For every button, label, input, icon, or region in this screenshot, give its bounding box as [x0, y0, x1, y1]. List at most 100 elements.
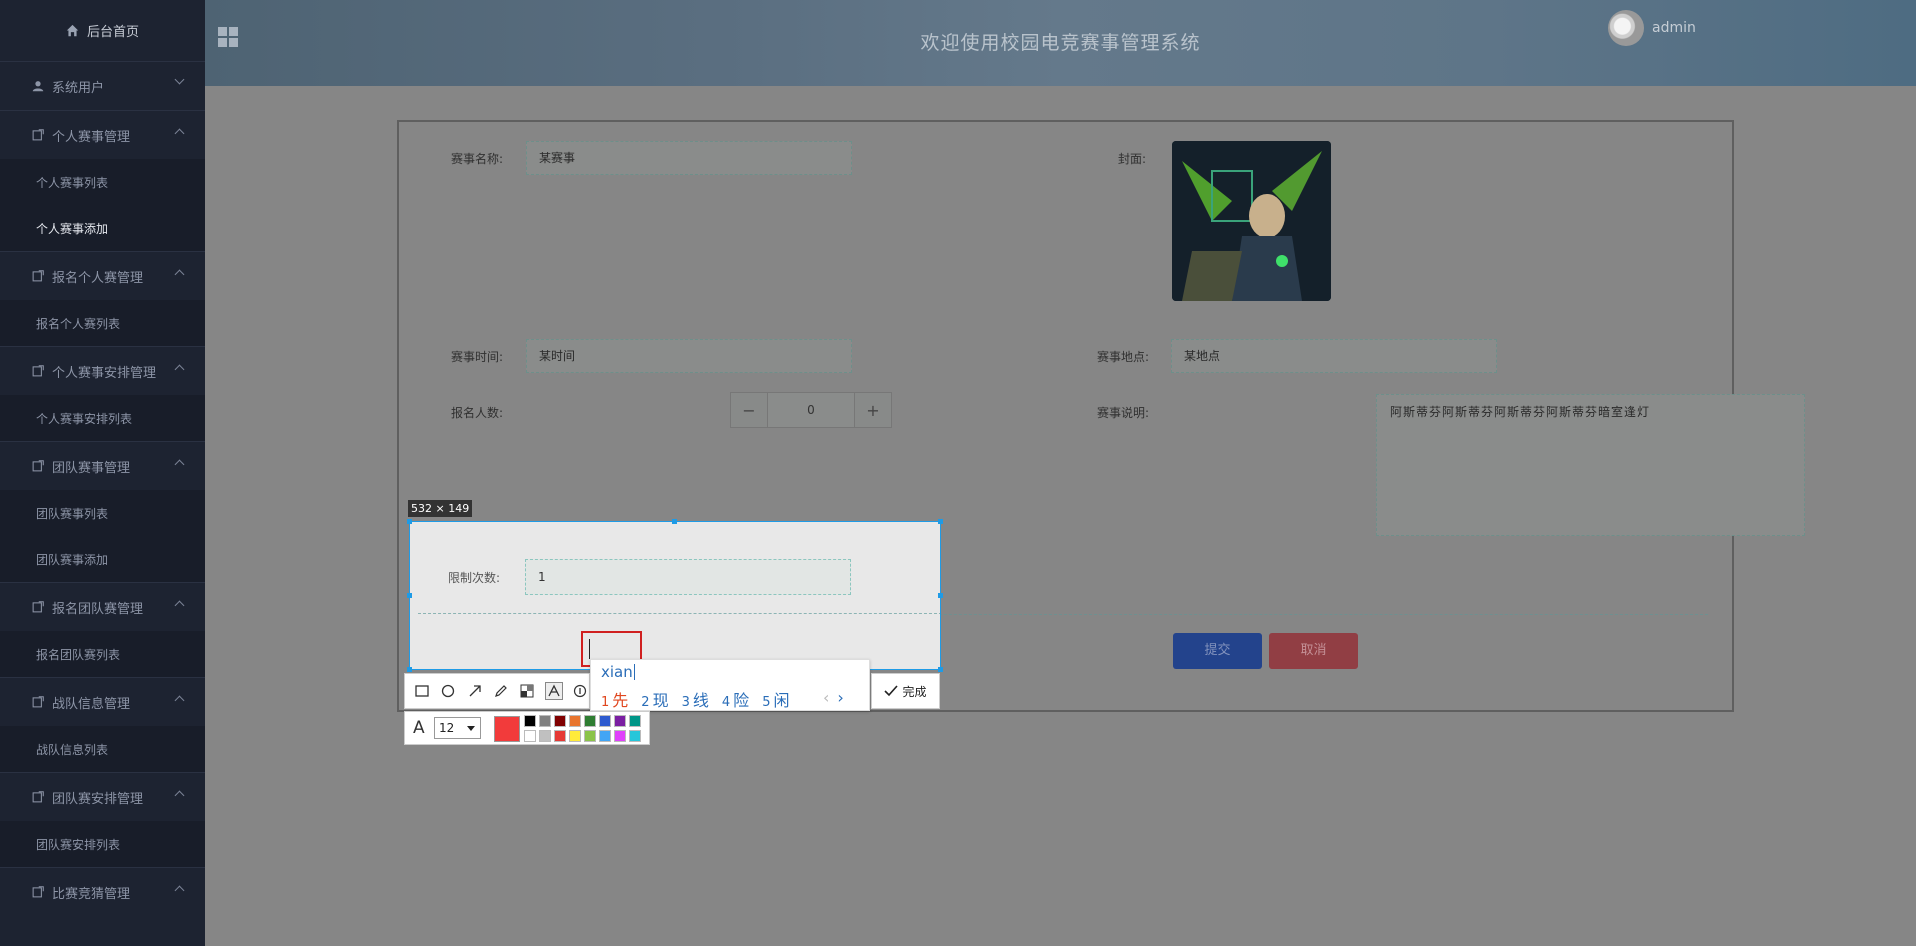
resize-handle-e[interactable] — [938, 593, 943, 598]
sidebar-group-personal-events[interactable]: 个人赛事管理 — [0, 111, 205, 159]
color-swatch[interactable] — [599, 730, 611, 742]
color-swatch[interactable] — [554, 715, 566, 727]
user-menu[interactable]: admin — [1608, 10, 1696, 46]
chevron-up-icon — [174, 128, 185, 139]
event-time-input[interactable]: 某时间 — [526, 339, 852, 373]
chevron-up-icon — [174, 459, 185, 470]
cover-image[interactable] — [1172, 141, 1331, 301]
sidebar-item-personal-schedule-list[interactable]: 个人赛事安排列表 — [0, 395, 205, 441]
sidebar-group-label: 个人赛事管理 — [52, 129, 131, 145]
chevron-up-icon — [174, 790, 185, 801]
capture-done-button[interactable]: 完成 — [871, 673, 940, 709]
sidebar-group-label: 团队赛安排管理 — [52, 791, 144, 807]
ime-candidate[interactable]: 4险 — [722, 687, 749, 711]
ime-candidate[interactable]: 5闲 — [762, 687, 789, 711]
edit-doc-icon — [32, 601, 44, 613]
sidebar-item-personal-event-list[interactable]: 个人赛事列表 — [0, 159, 205, 205]
ime-candidate[interactable]: 1先 — [601, 687, 628, 711]
resize-handle-sw[interactable] — [407, 667, 412, 672]
done-label: 完成 — [902, 684, 927, 699]
color-swatch[interactable] — [584, 715, 596, 727]
sidebar-group-system-users[interactable]: 系统用户 — [0, 62, 205, 110]
font-size-select[interactable]: 12 — [434, 717, 481, 739]
arrow-icon[interactable] — [466, 682, 483, 700]
sidebar-item-team-event-add[interactable]: 团队赛事添加 — [0, 536, 205, 582]
resize-handle-n[interactable] — [672, 519, 677, 524]
sidebar-group-betting[interactable]: 比赛竞猜管理 — [0, 868, 205, 916]
sidebar-item-personal-event-add[interactable]: 个人赛事添加 — [0, 205, 205, 251]
color-swatch[interactable] — [554, 730, 566, 742]
signup-count-value[interactable]: 0 — [767, 393, 855, 427]
edit-doc-icon — [32, 696, 44, 708]
ellipse-icon[interactable] — [439, 682, 456, 700]
event-location-input[interactable]: 某地点 — [1171, 339, 1497, 373]
capture-selection[interactable]: 限制次数: 1 — [409, 521, 941, 670]
ime-next-page-icon[interactable]: › — [837, 688, 843, 707]
submit-button[interactable]: 提交 — [1173, 633, 1262, 669]
sidebar-group-team-schedule[interactable]: 团队赛安排管理 — [0, 773, 205, 821]
sidebar-home-label: 后台首页 — [86, 25, 139, 40]
ime-candidate[interactable]: 3线 — [682, 687, 709, 711]
color-swatch[interactable] — [584, 730, 596, 742]
sidebar-group-team-signup[interactable]: 报名团队赛管理 — [0, 583, 205, 631]
ime-candidates: 1先 2现 3线 4险 5闲 — [601, 687, 789, 711]
color-swatch[interactable] — [629, 730, 641, 742]
sidebar-group-team-events[interactable]: 团队赛事管理 — [0, 442, 205, 490]
check-icon — [884, 685, 899, 697]
text-icon[interactable] — [545, 682, 563, 700]
resize-handle-se[interactable] — [938, 667, 943, 672]
color-swatch[interactable] — [524, 715, 536, 727]
ime-prev-page-icon[interactable]: ‹ — [823, 688, 829, 707]
event-name-input[interactable]: 某赛事 — [526, 141, 852, 175]
ime-candidate[interactable]: 2现 — [641, 687, 668, 711]
pencil-icon[interactable] — [492, 682, 509, 700]
sidebar-group-personal-schedule[interactable]: 个人赛事安排管理 — [0, 347, 205, 395]
number-icon[interactable] — [572, 682, 589, 700]
limit-count-label: 限制次数: — [448, 571, 501, 585]
sidebar-item-team-event-list[interactable]: 团队赛事列表 — [0, 490, 205, 536]
mosaic-icon[interactable] — [519, 682, 536, 700]
sidebar-group-squad-info[interactable]: 战队信息管理 — [0, 678, 205, 726]
event-desc-textarea[interactable]: 阿斯蒂芬阿斯蒂芬阿斯蒂芬阿斯蒂芬暗室逢灯 — [1376, 394, 1805, 536]
sidebar-item-team-signup-list[interactable]: 报名团队赛列表 — [0, 631, 205, 677]
color-swatch[interactable] — [524, 730, 536, 742]
rect-icon[interactable] — [413, 682, 430, 700]
sidebar-item-squad-info-list[interactable]: 战队信息列表 — [0, 726, 205, 772]
sidebar-home[interactable]: 后台首页 — [0, 0, 205, 62]
sidebar-group-personal-signup[interactable]: 报名个人赛管理 — [0, 252, 205, 300]
color-swatch[interactable] — [539, 715, 551, 727]
color-swatch[interactable] — [569, 730, 581, 742]
selection-size-label: 532 × 149 — [408, 500, 473, 517]
increment-button[interactable]: + — [855, 393, 891, 427]
sidebar: 后台首页 系统用户 个人赛事管理 个人赛事列表 个人赛事添加 报名个人赛管理 报… — [0, 0, 205, 946]
decrement-button[interactable]: − — [731, 393, 767, 427]
chevron-up-icon — [174, 600, 185, 611]
resize-handle-ne[interactable] — [938, 519, 943, 524]
sidebar-group-label: 报名团队赛管理 — [52, 601, 144, 617]
cancel-button[interactable]: 取消 — [1269, 633, 1358, 669]
home-icon — [66, 24, 79, 37]
ime-pinyin: xian — [601, 663, 635, 681]
event-desc-label: 赛事说明: — [1096, 406, 1149, 420]
color-swatch[interactable] — [539, 730, 551, 742]
color-swatch[interactable] — [569, 715, 581, 727]
chevron-up-icon — [174, 695, 185, 706]
sidebar-item-personal-signup-list[interactable]: 报名个人赛列表 — [0, 300, 205, 346]
color-swatch[interactable] — [629, 715, 641, 727]
sidebar-item-team-schedule-list[interactable]: 团队赛安排列表 — [0, 821, 205, 867]
divider — [418, 613, 940, 614]
color-swatch[interactable] — [599, 715, 611, 727]
signup-count-stepper[interactable]: − 0 + — [730, 392, 892, 428]
resize-handle-w[interactable] — [407, 593, 412, 598]
ime-page-nav: ‹ › — [823, 688, 844, 707]
color-palette — [524, 715, 641, 742]
avatar — [1608, 10, 1644, 46]
color-swatch[interactable] — [614, 715, 626, 727]
chevron-up-icon — [174, 269, 185, 280]
limit-count-input[interactable]: 1 — [525, 559, 851, 595]
resize-handle-nw[interactable] — [407, 519, 412, 524]
sidebar-group-label: 战队信息管理 — [52, 696, 131, 712]
current-color-swatch[interactable] — [494, 716, 520, 742]
color-swatch[interactable] — [614, 730, 626, 742]
event-location-label: 赛事地点: — [1096, 350, 1149, 364]
